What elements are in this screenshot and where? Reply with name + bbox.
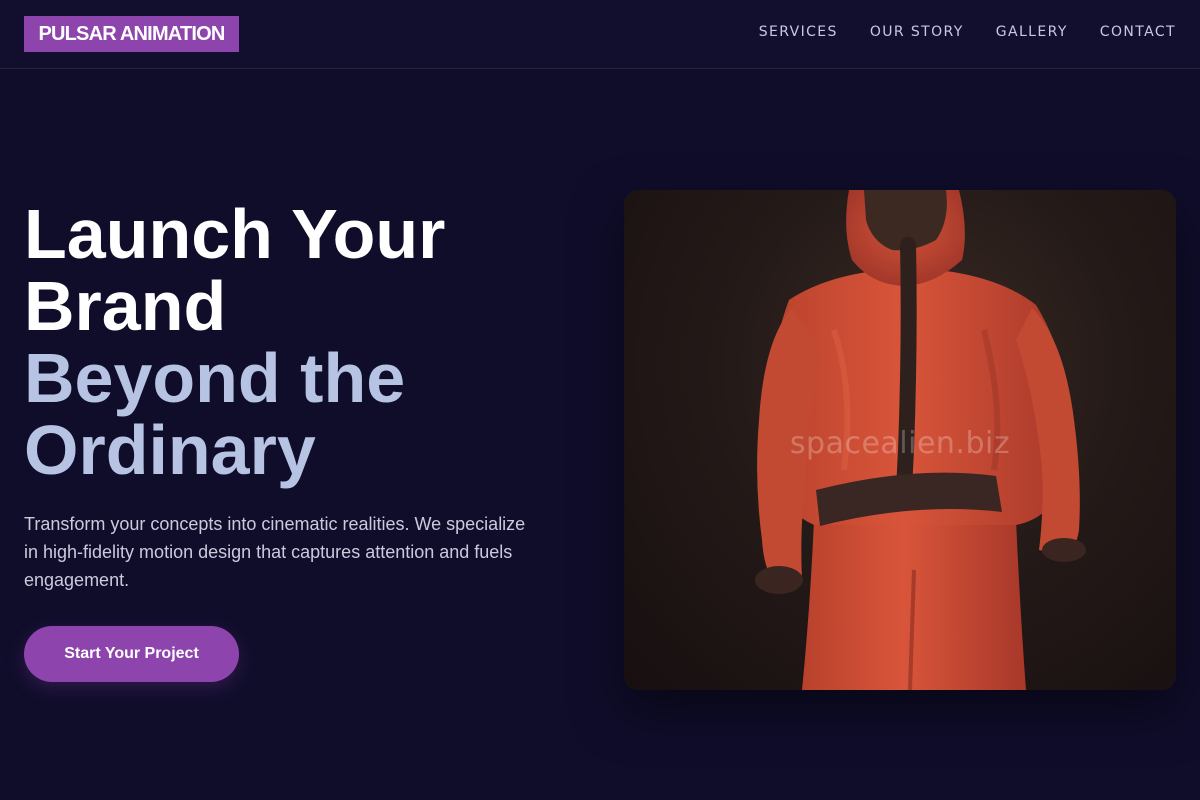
hero-title: Launch Your Brand Beyond the Ordinary — [24, 198, 584, 486]
hero-description: Transform your concepts into cinematic r… — [24, 514, 526, 590]
image-watermark: spacealien.biz — [789, 426, 1011, 461]
hero-title-secondary: Beyond the Ordinary — [24, 339, 406, 489]
hero-media-card: spacealien.biz — [624, 190, 1176, 690]
nav-item-services[interactable]: SERVICES — [759, 22, 838, 42]
start-project-button[interactable]: Start Your Project — [24, 626, 239, 682]
hero-title-primary: Launch Your Brand — [24, 195, 446, 345]
nav-item-our-story[interactable]: OUR STORY — [870, 22, 964, 42]
top-navbar: PULSAR ANIMATION SERVICES OUR STORY GALL… — [0, 0, 1200, 69]
main-nav: SERVICES OUR STORY GALLERY CONTACT — [759, 22, 1176, 42]
brand-logo[interactable]: PULSAR ANIMATION — [24, 16, 239, 52]
nav-item-contact[interactable]: CONTACT — [1100, 22, 1176, 42]
nav-item-gallery[interactable]: GALLERY — [996, 22, 1068, 42]
